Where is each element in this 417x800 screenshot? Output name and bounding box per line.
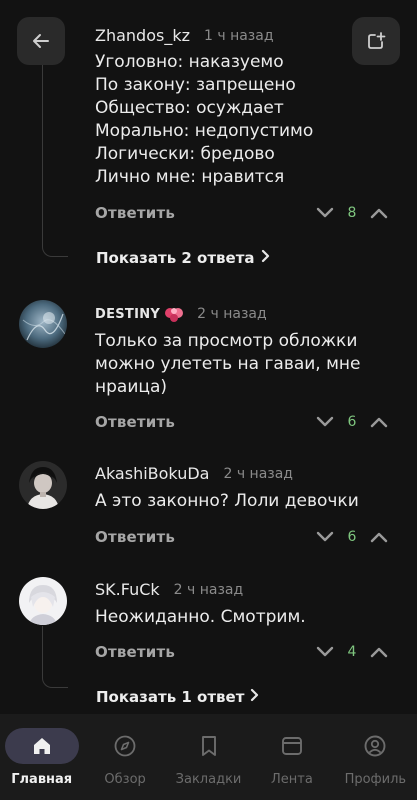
vote-control: 4 bbox=[315, 642, 389, 662]
vote-count: 6 bbox=[347, 529, 357, 545]
nav-feed[interactable]: Лента bbox=[250, 714, 333, 800]
comment-line: Общество: осуждает bbox=[95, 98, 284, 118]
comment-line: Морально: недопустимо bbox=[95, 121, 314, 141]
comment-line: А это законно? Лоли девочки bbox=[95, 491, 359, 511]
avatar[interactable] bbox=[19, 300, 67, 348]
chevron-right-icon bbox=[261, 249, 271, 267]
comment-actions: Ответить 6 bbox=[95, 410, 389, 434]
thread-line bbox=[42, 626, 68, 688]
comment-time: 2 ч назад bbox=[197, 306, 267, 322]
vote-control: 8 bbox=[315, 203, 389, 223]
reply-button[interactable]: Ответить bbox=[95, 413, 175, 431]
comment-author[interactable]: SK.FuCk bbox=[95, 580, 160, 599]
bottom-navigation: Главная Обзор Закладки Лента Профиль bbox=[0, 714, 417, 800]
vote-count: 6 bbox=[347, 414, 357, 430]
comment-header: SK.FuCk 2 ч назад bbox=[95, 580, 243, 599]
show-replies-label: Показать 1 ответ bbox=[96, 688, 245, 706]
upvote-icon[interactable] bbox=[369, 203, 389, 223]
reply-button[interactable]: Ответить bbox=[95, 643, 175, 661]
comment-time: 2 ч назад bbox=[173, 581, 244, 598]
comment-author[interactable]: Zhandos_kz bbox=[95, 26, 190, 45]
comment-actions: Ответить 8 bbox=[95, 201, 389, 225]
chevron-right-icon bbox=[250, 688, 260, 706]
comment-line: Уголовно: наказуемо bbox=[95, 52, 284, 72]
comment-text: Неожиданно. Смотрим. bbox=[95, 606, 395, 629]
comment-header: DESTINY 2 ч назад bbox=[95, 304, 267, 324]
compass-icon bbox=[113, 734, 137, 758]
vote-count: 4 bbox=[347, 644, 357, 660]
thread-line bbox=[42, 60, 68, 257]
add-to-collection-button[interactable] bbox=[352, 17, 400, 65]
downvote-icon[interactable] bbox=[315, 203, 335, 223]
comment-author[interactable]: AkashiBokuDa bbox=[95, 464, 209, 483]
nav-label: Главная bbox=[11, 772, 73, 787]
nav-label: Закладки bbox=[175, 772, 242, 787]
bookmark-icon bbox=[198, 734, 220, 758]
comment-line: Логически: бредово bbox=[95, 144, 275, 164]
downvote-icon[interactable] bbox=[315, 527, 335, 547]
profile-icon bbox=[363, 734, 387, 758]
nav-profile[interactable]: Профиль bbox=[334, 714, 417, 800]
comment-line: можно улететь на гаваи, мне bbox=[95, 354, 361, 374]
nav-icon-container bbox=[4, 728, 79, 764]
comment-text: Только за просмотр обложки можно улететь… bbox=[95, 330, 395, 399]
add-to-collection-icon bbox=[366, 31, 386, 51]
back-button[interactable] bbox=[17, 17, 65, 65]
nav-label: Лента bbox=[271, 772, 313, 787]
avatar[interactable] bbox=[19, 461, 67, 509]
upvote-icon[interactable] bbox=[369, 642, 389, 662]
nav-icon-container bbox=[172, 728, 246, 764]
show-replies-label: Показать 2 ответа bbox=[96, 249, 255, 267]
downvote-icon[interactable] bbox=[315, 642, 335, 662]
avatar[interactable] bbox=[19, 577, 67, 625]
comment-line: Лично мне: нравится bbox=[95, 167, 285, 187]
comment-line: нраица) bbox=[95, 377, 167, 397]
nav-label: Обзор bbox=[104, 772, 146, 787]
show-replies-button[interactable]: Показать 2 ответа bbox=[96, 249, 271, 267]
nav-explore[interactable]: Обзор bbox=[83, 714, 166, 800]
comment-time: 2 ч назад bbox=[223, 465, 293, 482]
upvote-icon[interactable] bbox=[369, 527, 389, 547]
nav-home[interactable]: Главная bbox=[0, 714, 83, 800]
comment-author[interactable]: DESTINY bbox=[95, 307, 160, 322]
comment-time: 1 ч назад bbox=[204, 27, 274, 44]
vote-control: 6 bbox=[315, 412, 389, 432]
home-icon bbox=[31, 735, 53, 757]
comment-text: Уголовно: наказуемо По закону: запрещено… bbox=[95, 51, 395, 189]
nav-icon-container bbox=[88, 728, 162, 764]
show-replies-button[interactable]: Показать 1 ответ bbox=[96, 688, 260, 706]
vote-count: 8 bbox=[347, 205, 357, 221]
arrow-left-icon bbox=[31, 31, 51, 51]
nav-bookmarks[interactable]: Закладки bbox=[167, 714, 250, 800]
vote-control: 6 bbox=[315, 527, 389, 547]
nav-icon-container bbox=[255, 728, 329, 764]
comment-line: Только за просмотр обложки bbox=[95, 331, 358, 351]
comment-header: Zhandos_kz 1 ч назад bbox=[95, 26, 274, 45]
feed-icon bbox=[280, 734, 304, 758]
comment-actions: Ответить 6 bbox=[95, 525, 389, 549]
nav-label: Профиль bbox=[344, 772, 407, 787]
comment-line: Неожиданно. Смотрим. bbox=[95, 607, 306, 627]
comment-text: А это законно? Лоли девочки bbox=[95, 490, 395, 513]
reply-button[interactable]: Ответить bbox=[95, 204, 175, 222]
comment-line: По закону: запрещено bbox=[95, 75, 296, 95]
nav-icon-container bbox=[338, 728, 412, 764]
comment-header: AkashiBokuDa 2 ч назад bbox=[95, 464, 293, 483]
badge-icon bbox=[163, 304, 185, 324]
downvote-icon[interactable] bbox=[315, 412, 335, 432]
upvote-icon[interactable] bbox=[369, 412, 389, 432]
comment-actions: Ответить 4 bbox=[95, 640, 389, 664]
reply-button[interactable]: Ответить bbox=[95, 528, 175, 546]
